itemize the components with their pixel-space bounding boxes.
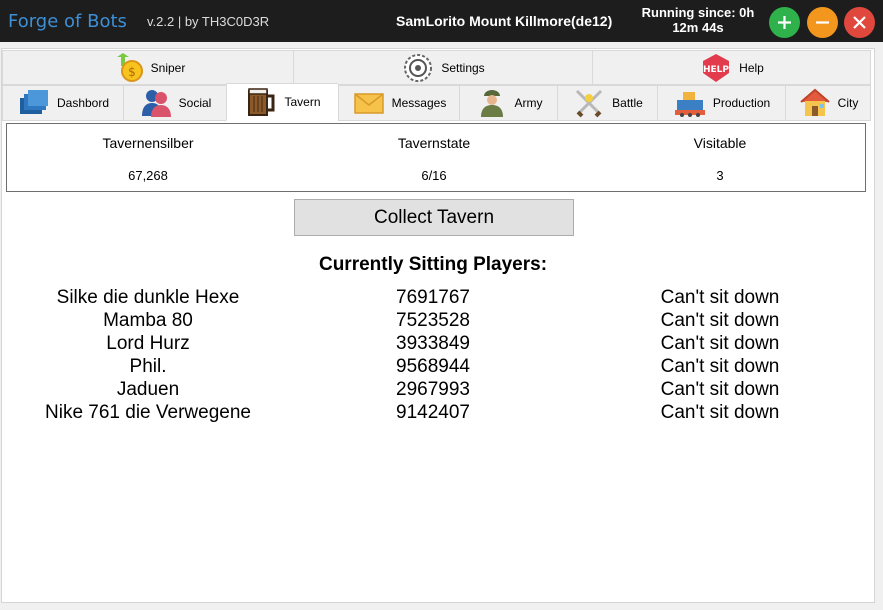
title-bar: Forge of Bots v.2.2 | by TH3C0D3R SamLor…	[0, 0, 883, 42]
player-name: Silke die dunkle Hexe	[56, 287, 240, 308]
player-row: Nike 761 die Verwegene 9142407 Can't sit…	[0, 402, 866, 425]
player-name: Lord Hurz	[106, 333, 190, 354]
account-label: SamLorito Mount Killmore(de12)	[396, 13, 613, 29]
house-icon	[798, 88, 832, 118]
app-title: Forge of Bots	[8, 11, 127, 32]
add-button[interactable]	[769, 7, 800, 38]
dashboard-icon	[17, 88, 51, 118]
player-id: 9568944	[396, 356, 470, 377]
player-row: Lord Hurz 3933849 Can't sit down	[0, 333, 866, 356]
tab-army-label: Army	[514, 96, 543, 110]
player-row: Phil. 9568944 Can't sit down	[0, 356, 866, 379]
player-status: Can't sit down	[660, 287, 780, 308]
tab-army[interactable]: Army	[459, 85, 557, 121]
envelope-icon	[352, 88, 386, 118]
player-status: Can't sit down	[660, 402, 780, 423]
tab-messages-label: Messages	[391, 96, 447, 110]
crossed-swords-icon	[572, 88, 606, 118]
social-icon	[139, 88, 173, 118]
visitable-label: Visitable	[693, 135, 747, 151]
tab-production[interactable]: Production	[657, 85, 785, 121]
settings-gear-icon	[401, 53, 435, 83]
tab-tavern[interactable]: Tavern	[226, 83, 338, 121]
tab-row-bottom: Dashbord Social Tavern Messages Army Bat…	[2, 83, 871, 121]
running-time: Running since: 0h 12m 44s	[632, 5, 764, 35]
svg-text:HELP: HELP	[703, 65, 729, 75]
player-name: Nike 761 die Verwegene	[45, 402, 251, 423]
tab-city-label: City	[837, 96, 859, 110]
player-status: Can't sit down	[660, 356, 780, 377]
player-id: 2967993	[396, 379, 470, 400]
tavern-mug-icon	[244, 87, 278, 117]
app-version: v.2.2 | by TH3C0D3R	[147, 14, 270, 29]
close-icon	[853, 16, 866, 29]
player-name: Mamba 80	[103, 310, 193, 331]
tavern-silver-value: 67,268	[128, 168, 168, 183]
tab-settings[interactable]: Settings	[293, 50, 592, 85]
plus-icon	[778, 16, 791, 29]
player-id: 7523528	[396, 310, 470, 331]
tab-help-label: Help	[739, 60, 764, 75]
tab-battle[interactable]: Battle	[557, 85, 657, 121]
player-name: Phil.	[129, 356, 167, 377]
tab-social[interactable]: Social	[123, 85, 226, 121]
players-title: Currently Sitting Players:	[318, 254, 548, 275]
player-id: 9142407	[396, 402, 470, 423]
tab-city[interactable]: City	[785, 85, 871, 121]
player-row: Jaduen 2967993 Can't sit down	[0, 379, 866, 402]
minus-icon	[816, 21, 829, 24]
tavern-stats-box: Tavernensilber 67,268 Tavernstate 6/16 V…	[6, 123, 866, 192]
sniper-coin-icon: $	[111, 52, 145, 83]
player-id: 3933849	[396, 333, 470, 354]
player-id: 7691767	[396, 287, 470, 308]
tab-tavern-label: Tavern	[284, 95, 321, 109]
tab-help[interactable]: HELP Help	[592, 50, 871, 85]
tab-sniper-label: Sniper	[150, 60, 186, 75]
tab-production-label: Production	[712, 96, 771, 110]
close-button[interactable]	[844, 7, 875, 38]
tab-settings-label: Settings	[441, 60, 485, 75]
player-status: Can't sit down	[660, 333, 780, 354]
visitable-value: 3	[716, 168, 724, 183]
factory-icon	[673, 88, 707, 118]
player-row: Silke die dunkle Hexe 7691767 Can't sit …	[0, 287, 866, 310]
tab-sniper[interactable]: $ Sniper	[2, 50, 293, 85]
help-badge-icon: HELP	[699, 53, 733, 83]
svg-text:$: $	[128, 65, 136, 79]
player-name: Jaduen	[116, 379, 180, 400]
tab-dashboard[interactable]: Dashbord	[2, 85, 123, 121]
tab-dashboard-label: Dashbord	[56, 96, 110, 110]
tavern-silver-label: Tavernensilber	[102, 135, 194, 151]
tab-row-top: $ Sniper Settings HELP Help	[2, 50, 871, 85]
player-row: Mamba 80 7523528 Can't sit down	[0, 310, 866, 333]
running-line-1: Running since: 0h	[641, 5, 755, 20]
collect-tavern-button[interactable]: Collect Tavern	[294, 199, 574, 236]
minimize-button[interactable]	[807, 7, 838, 38]
tavern-state-value: 6/16	[421, 168, 447, 183]
player-status: Can't sit down	[660, 310, 780, 331]
tab-battle-label: Battle	[612, 96, 643, 110]
tavern-state-label: Tavernstate	[397, 135, 471, 151]
player-status: Can't sit down	[660, 379, 780, 400]
tab-social-label: Social	[178, 96, 212, 110]
tab-messages[interactable]: Messages	[338, 85, 459, 121]
soldier-icon	[475, 88, 509, 118]
running-line-2: 12m 44s	[672, 20, 724, 35]
